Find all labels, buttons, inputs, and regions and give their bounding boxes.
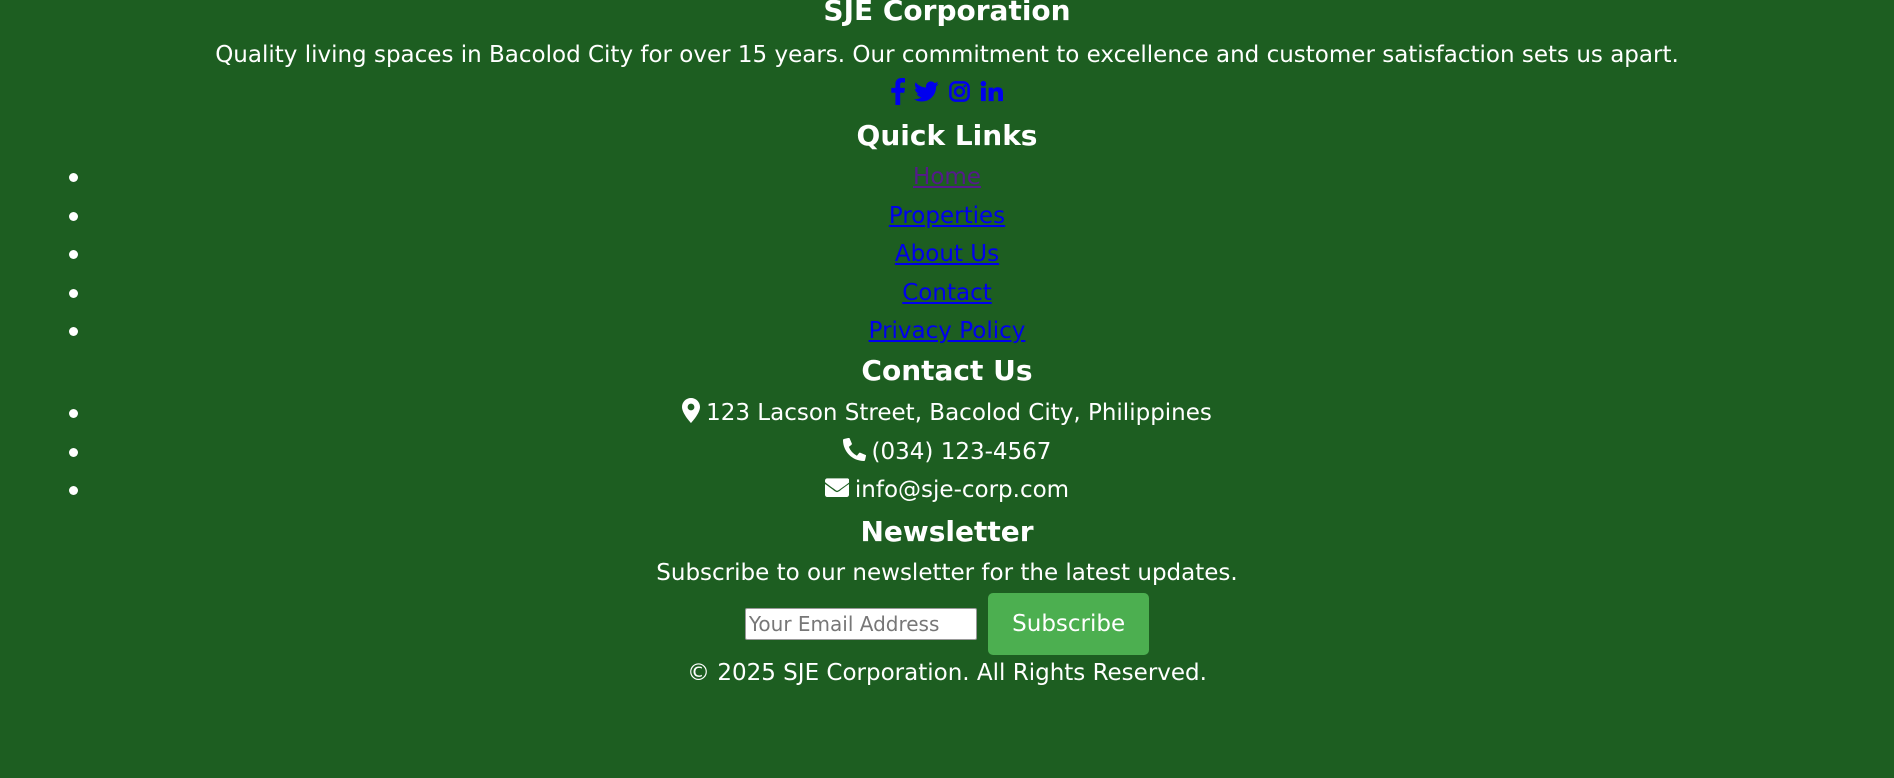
contact-link[interactable]: Contact [902, 280, 991, 306]
list-item: (034) 123-4567 [0, 433, 1894, 472]
quick-links-heading: Quick Links [856, 119, 1038, 152]
bullet [69, 447, 78, 457]
privacy-policy-link[interactable]: Privacy Policy [869, 318, 1026, 344]
bullet [69, 486, 78, 495]
list-item: Privacy Policy [0, 312, 1894, 351]
social-links [0, 78, 1894, 108]
instagram-link[interactable] [948, 78, 971, 105]
phone-text: (034) 123-4567 [871, 438, 1052, 465]
company-name: SJE Corporation [823, 0, 1071, 27]
bullet [69, 250, 78, 259]
home-link[interactable]: Home [913, 164, 981, 190]
linkedin-link[interactable] [980, 78, 1004, 105]
facebook-link[interactable] [890, 78, 905, 105]
facebook-icon [890, 78, 905, 105]
list-item: Properties [0, 197, 1894, 236]
list-item: About Us [0, 235, 1894, 274]
bullet [69, 173, 78, 182]
linkedin-icon [981, 80, 1004, 102]
list-item: Home [0, 158, 1894, 197]
contact-list: 123 Lacson Street, Bacolod City, Philipp… [0, 394, 1894, 510]
newsletter-form: Subscribe [0, 593, 1894, 655]
bullet [69, 409, 78, 418]
instagram-icon [949, 81, 971, 102]
subscribe-button[interactable]: Subscribe [988, 593, 1150, 655]
list-item: 123 Lacson Street, Bacolod City, Philipp… [0, 394, 1894, 433]
email-text: info@sje-corp.com [854, 477, 1070, 503]
quick-links-list: Home Properties About Us Contact Privacy… [0, 158, 1894, 351]
twitter-link[interactable] [913, 78, 939, 105]
properties-link[interactable]: Properties [889, 203, 1005, 229]
company-tagline: Quality living spaces in Bacolod City fo… [215, 42, 1679, 68]
newsletter-description: Subscribe to our newsletter for the late… [656, 560, 1238, 586]
phone-icon [842, 437, 866, 461]
newsletter-heading: Newsletter [860, 515, 1034, 548]
list-item: Contact [0, 274, 1894, 313]
map-marker-icon [682, 398, 701, 423]
twitter-icon [913, 81, 939, 102]
copyright-text: © 2025 SJE Corporation. All Rights Reser… [687, 660, 1207, 686]
bullet [69, 288, 78, 298]
bullet [69, 327, 78, 336]
bullet [69, 211, 78, 221]
about-us-link[interactable]: About Us [895, 241, 999, 267]
list-item: info@sje-corp.com [0, 471, 1894, 510]
address-text: 123 Lacson Street, Bacolod City, Philipp… [706, 400, 1212, 426]
contact-us-heading: Contact Us [861, 354, 1033, 387]
envelope-icon [824, 478, 849, 497]
site-footer: SJE Corporation Quality living spaces in… [0, 0, 1894, 778]
newsletter-email-input[interactable] [744, 608, 977, 640]
